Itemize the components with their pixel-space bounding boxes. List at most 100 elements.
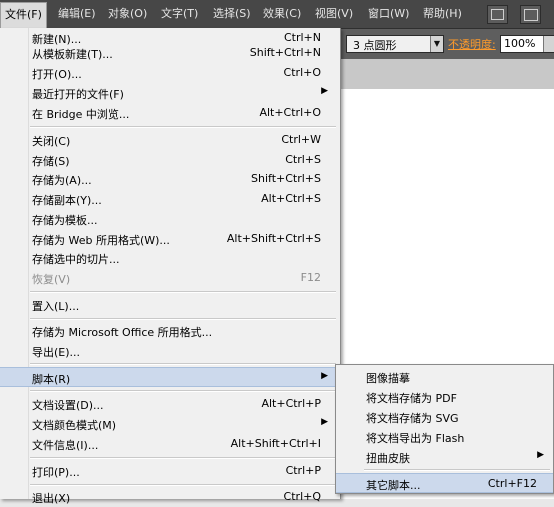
menu-item-save-as[interactable]: 存储为(A)... Shift+Ctrl+S (0, 169, 338, 189)
menu-item-label: 文档颜色模式(M) (32, 419, 117, 432)
menu-item-browse-in-bridge[interactable]: 在 Bridge 中浏览... Alt+Ctrl+O (0, 103, 338, 123)
menu-item-label: 打印(P)... (32, 466, 80, 479)
opacity-label[interactable]: 不透明度: (448, 36, 496, 52)
menu-item-revert: 恢复(V) F12 (0, 268, 338, 288)
submenu-item-other-scripts[interactable]: 其它脚本... Ctrl+F12 (336, 473, 553, 493)
menu-item-print[interactable]: 打印(P)... Ctrl+P (0, 461, 338, 481)
menu-item-shortcut: Ctrl+O (283, 66, 321, 79)
menu-item-shortcut: Shift+Ctrl+N (249, 46, 321, 59)
brush-value: 3 点圆形 (353, 39, 397, 52)
menu-item-label: 导出(E)... (32, 346, 81, 359)
submenu-item-shortcut: Ctrl+F12 (487, 477, 537, 490)
menu-item-shortcut: F12 (300, 271, 321, 284)
submenu-item-label: 扭曲皮肤 (366, 452, 410, 465)
brush-definition-dropdown[interactable]: 3 点圆形 ▼ (346, 35, 444, 53)
menu-item-label: 在 Bridge 中浏览... (32, 108, 130, 121)
menu-item-save-as-template[interactable]: 存储为模板... (0, 209, 338, 229)
menu-item-save[interactable]: 存储(S) Ctrl+S (0, 150, 338, 170)
menu-item-label: 文档设置(D)... (32, 399, 104, 412)
submenu-item-export-flash[interactable]: 将文档导出为 Flash (336, 427, 553, 447)
opacity-field[interactable]: 100% (500, 35, 554, 53)
menu-item-label: 打开(O)... (32, 68, 82, 81)
menu-item-label: 存储(S) (32, 155, 70, 168)
menu-item-label: 最近打开的文件(F) (32, 88, 124, 101)
submenu-item-label: 图像描摹 (366, 372, 410, 385)
menu-view[interactable]: 视图(V) (315, 0, 353, 28)
menu-item-export[interactable]: 导出(E)... (0, 341, 338, 361)
menu-item-shortcut: Alt+Ctrl+P (261, 397, 321, 410)
menu-object[interactable]: 对象(O) (108, 0, 147, 28)
menu-item-shortcut: Shift+Ctrl+S (251, 172, 321, 185)
menu-item-shortcut: Ctrl+P (285, 464, 321, 477)
menu-item-open-recent[interactable]: 最近打开的文件(F) ▶ (0, 83, 338, 103)
menu-item-scripts[interactable]: 脚本(R) ▶ (0, 367, 338, 387)
menu-item-document-setup[interactable]: 文档设置(D)... Alt+Ctrl+P (0, 394, 338, 414)
menu-item-label: 从模板新建(T)... (32, 48, 113, 61)
submenu-arrow-icon: ▶ (321, 86, 328, 96)
submenu-arrow-icon: ▶ (321, 417, 328, 427)
menu-item-save-for-web[interactable]: 存储为 Web 所用格式(W)... Alt+Shift+Ctrl+S (0, 229, 338, 249)
menu-edit[interactable]: 编辑(E) (58, 0, 96, 28)
submenu-item-label: 将文档导出为 Flash (366, 432, 465, 445)
menu-separator (30, 390, 336, 392)
submenu-item-save-as-pdf[interactable]: 将文档存储为 PDF (336, 387, 553, 407)
opacity-value: 100% (504, 37, 536, 50)
submenu-item-label: 将文档存储为 PDF (366, 392, 457, 405)
file-menu: 新建(N)... Ctrl+N 从模板新建(T)... Shift+Ctrl+N… (0, 28, 341, 505)
menu-item-label: 存储选中的切片... (32, 253, 120, 266)
menu-help[interactable]: 帮助(H) (423, 0, 462, 28)
menu-item-label: 脚本(R) (32, 373, 71, 386)
submenu-item-label: 将文档存储为 SVG (366, 412, 459, 425)
menu-item-label: 退出(X) (32, 492, 71, 505)
menu-item-label: 存储为 Web 所用格式(W)... (32, 234, 170, 247)
menu-item-shortcut: Ctrl+S (285, 153, 321, 166)
menu-item-shortcut: Alt+Ctrl+O (259, 106, 321, 119)
menu-separator (364, 469, 550, 471)
menu-item-new-from-template[interactable]: 从模板新建(T)... Shift+Ctrl+N (0, 43, 338, 63)
menu-item-save-selected-slices[interactable]: 存储选中的切片... (0, 248, 338, 268)
menu-item-shortcut: Alt+Ctrl+S (261, 192, 321, 205)
scripts-submenu: 图像描摹 将文档存储为 PDF 将文档存储为 SVG 将文档导出为 Flash … (335, 364, 554, 494)
menu-item-exit[interactable]: 退出(X) Ctrl+Q (0, 487, 338, 507)
submenu-arrow-icon: ▶ (321, 371, 328, 381)
menu-item-shortcut: Ctrl+W (281, 133, 321, 146)
chevron-down-icon[interactable]: ▼ (430, 36, 443, 52)
menu-type[interactable]: 文字(T) (161, 0, 198, 28)
menu-item-label: 存储为模板... (32, 214, 98, 227)
bridge-icon[interactable] (487, 5, 508, 24)
opacity-arrow-icon[interactable] (543, 36, 554, 52)
menu-window[interactable]: 窗口(W) (368, 0, 409, 28)
menu-separator (30, 363, 336, 365)
menu-item-label: 文件信息(I)... (32, 439, 99, 452)
submenu-item-save-as-svg[interactable]: 将文档存储为 SVG (336, 407, 553, 427)
menu-item-shortcut: Alt+Shift+Ctrl+I (230, 437, 321, 450)
menu-item-save-for-office[interactable]: 存储为 Microsoft Office 所用格式... (0, 321, 338, 341)
submenu-item-label: 其它脚本... (366, 479, 421, 492)
menu-item-shortcut: Ctrl+Q (283, 490, 321, 503)
menu-item-label: 存储副本(Y)... (32, 194, 102, 207)
menu-item-label: 置入(L)... (32, 300, 80, 313)
menu-bar: 文件(F) 编辑(E) 对象(O) 文字(T) 选择(S) 效果(C) 视图(V… (0, 0, 554, 29)
submenu-item-twirl-skins[interactable]: 扭曲皮肤 ▶ (336, 447, 553, 467)
menu-item-close[interactable]: 关闭(C) Ctrl+W (0, 130, 338, 150)
arrange-documents-icon[interactable] (520, 5, 541, 24)
menu-separator (30, 484, 336, 486)
menu-item-place[interactable]: 置入(L)... (0, 295, 338, 315)
menu-separator (30, 457, 336, 459)
submenu-arrow-icon: ▶ (537, 450, 544, 460)
menu-effect[interactable]: 效果(C) (263, 0, 301, 28)
menu-item-save-copy[interactable]: 存储副本(Y)... Alt+Ctrl+S (0, 189, 338, 209)
menu-separator (30, 291, 336, 293)
menu-item-shortcut: Alt+Shift+Ctrl+S (226, 232, 321, 245)
menu-item-open[interactable]: 打开(O)... Ctrl+O (0, 63, 338, 83)
menu-separator (30, 318, 336, 320)
menu-item-file-info[interactable]: 文件信息(I)... Alt+Shift+Ctrl+I (0, 434, 338, 454)
menu-select[interactable]: 选择(S) (213, 0, 251, 28)
menu-item-document-color-mode[interactable]: 文档颜色模式(M) ▶ (0, 414, 338, 434)
menu-separator (30, 126, 336, 128)
menu-item-label: 关闭(C) (32, 135, 71, 148)
menu-item-label: 恢复(V) (32, 273, 71, 286)
submenu-item-image-trace[interactable]: 图像描摹 (336, 367, 553, 387)
menu-item-label: 存储为 Microsoft Office 所用格式... (32, 326, 213, 339)
menu-file[interactable]: 文件(F) (0, 2, 47, 29)
